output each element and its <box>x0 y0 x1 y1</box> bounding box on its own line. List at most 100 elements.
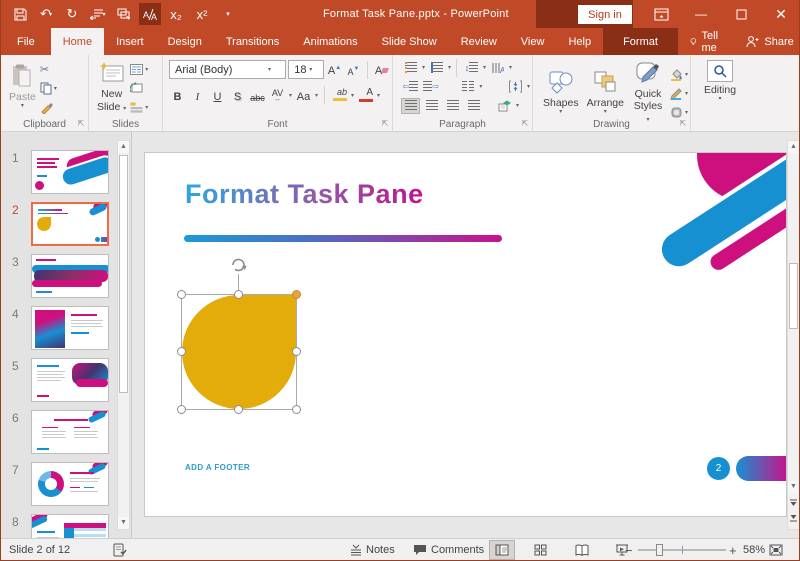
change-case-button[interactable]: Aa <box>295 87 312 104</box>
arrange-caret[interactable]: ▾ <box>604 109 607 116</box>
slides-cursor-button[interactable] <box>113 3 135 25</box>
spell-check-button[interactable] <box>113 539 127 560</box>
slide-thumbnail-3[interactable] <box>31 254 109 298</box>
sign-in-button[interactable]: Sign in <box>578 5 632 24</box>
zoom-slider-thumb[interactable] <box>655 544 663 556</box>
tab-insert[interactable]: Insert <box>104 28 156 55</box>
numbering-button[interactable] <box>427 60 446 76</box>
highlight-button[interactable]: ab <box>331 87 348 104</box>
redo-button[interactable]: ↻ <box>61 3 83 25</box>
font-dialog-launcher[interactable]: ⇱ <box>380 119 390 129</box>
title-underline-bar[interactable] <box>184 235 502 242</box>
status-slide-indicator[interactable]: Slide 2 of 12 <box>9 539 70 560</box>
font-size-caret[interactable]: ▾ <box>309 66 315 73</box>
reset-button[interactable] <box>130 80 148 96</box>
shape-outline-button[interactable]: ▾ <box>670 86 688 102</box>
section-caret[interactable]: ▾ <box>145 104 148 111</box>
convert-smartart-button[interactable] <box>495 98 514 114</box>
zoom-percentage[interactable]: 58% <box>743 539 765 560</box>
layout-button[interactable]: ▾ <box>130 61 148 77</box>
new-slide-button[interactable]: New Slide ▾ <box>93 58 130 114</box>
superscript-button[interactable]: x² <box>191 3 213 25</box>
new-slide-caret[interactable]: ▾ <box>123 106 126 112</box>
notes-button[interactable]: Notes <box>350 539 395 560</box>
normal-view-button[interactable] <box>489 540 515 560</box>
slide-canvas[interactable]: Format Task Pane ADD A FOOTER 2 <box>144 152 787 517</box>
comments-button[interactable]: Comments <box>413 539 484 560</box>
reading-view-button[interactable] <box>569 540 595 560</box>
selection-handle-e[interactable] <box>292 347 301 356</box>
align-left-button[interactable] <box>401 97 420 114</box>
arrange-button[interactable]: Arrange ▾ <box>583 67 628 118</box>
drawing-dialog-launcher[interactable]: ⇱ <box>678 119 688 129</box>
scroll-down-button[interactable]: ▼ <box>788 481 799 493</box>
thumbnails-scroll-down-button[interactable]: ▼ <box>118 517 129 529</box>
thumbnails-scrollbar[interactable]: ▲ ▼ <box>117 140 130 530</box>
tab-transitions[interactable]: Transitions <box>214 28 291 55</box>
subscript-button[interactable]: x₂ <box>165 3 187 25</box>
align-text-caret[interactable]: ▾ <box>527 83 530 90</box>
tell-me-button[interactable]: Tell me <box>678 28 735 55</box>
strikethrough-button[interactable]: abc <box>249 87 266 104</box>
numbering-caret[interactable]: ▾ <box>448 64 451 71</box>
slide-thumbnail-4[interactable] <box>31 306 109 350</box>
zoom-in-button[interactable]: + <box>729 539 737 560</box>
rotate-handle[interactable] <box>229 256 247 274</box>
underline-button[interactable]: U <box>209 87 226 104</box>
selection-handle-nw[interactable] <box>177 290 186 299</box>
slide-layout-qat-caret[interactable]: ▾ <box>102 11 105 18</box>
shape-effects-caret[interactable]: ▾ <box>685 109 688 116</box>
tab-help[interactable]: Help <box>556 28 603 55</box>
align-right-button[interactable] <box>443 98 462 114</box>
footer-placeholder[interactable]: ADD A FOOTER <box>185 463 250 472</box>
slide-layout-qat-button[interactable]: ▾ <box>87 3 109 25</box>
shrink-font-button[interactable]: A ▼ <box>345 61 362 78</box>
paste-caret[interactable]: ▾ <box>21 103 24 110</box>
copy-caret[interactable]: ▾ <box>54 85 57 92</box>
slide-thumbnail-5[interactable] <box>31 358 109 402</box>
next-slide-button[interactable] <box>788 513 799 528</box>
font-dialog-button[interactable]: AA <box>139 3 161 25</box>
editing-caret[interactable]: ▾ <box>718 96 721 103</box>
selection-handle-n[interactable] <box>234 290 243 299</box>
slide-thumbnail-8[interactable] <box>31 514 109 538</box>
line-spacing-button[interactable]: ↕ <box>462 60 481 76</box>
slide-scrollbar[interactable]: ▲ ▼ <box>787 140 799 530</box>
close-button[interactable]: ✕ <box>761 0 799 28</box>
selection-handle-se[interactable] <box>292 405 301 414</box>
minimize-button[interactable]: — <box>681 0 721 28</box>
line-spacing-caret[interactable]: ▾ <box>483 64 486 71</box>
bullets-caret[interactable]: ▾ <box>422 64 425 71</box>
bullets-button[interactable] <box>401 60 420 76</box>
paragraph-dialog-launcher[interactable]: ⇱ <box>520 119 530 129</box>
scroll-up-button[interactable]: ▲ <box>788 141 799 153</box>
shapes-button[interactable]: Shapes ▾ <box>539 67 583 118</box>
previous-slide-button[interactable] <box>788 497 799 512</box>
adjust-handle-ne[interactable] <box>292 290 301 299</box>
text-shadow-button[interactable]: S <box>229 87 246 104</box>
decrease-indent-button[interactable]: ⇦ <box>401 79 420 95</box>
tab-animations[interactable]: Animations <box>291 28 369 55</box>
align-center-button[interactable] <box>422 98 441 114</box>
character-spacing-button[interactable]: AV ↔ <box>269 87 286 104</box>
slide-sorter-button[interactable] <box>527 540 553 560</box>
slide-thumbnail-2[interactable] <box>31 202 109 246</box>
font-size-input[interactable] <box>289 61 310 78</box>
customize-qat-button[interactable]: ▾ <box>217 3 239 25</box>
fit-slide-to-window-button[interactable] <box>769 539 783 560</box>
slide-title[interactable]: Format Task Pane <box>185 179 424 210</box>
change-case-caret[interactable]: ▾ <box>315 92 318 99</box>
ribbon-display-options-button[interactable] <box>641 0 681 28</box>
highlight-caret[interactable]: ▾ <box>351 92 354 99</box>
font-name-combo[interactable]: ▾ <box>169 60 287 79</box>
tab-design[interactable]: Design <box>156 28 214 55</box>
increase-indent-button[interactable]: ⇨ <box>422 79 441 95</box>
font-name-caret[interactable]: ▾ <box>268 66 274 73</box>
font-color-button[interactable]: A <box>357 87 374 104</box>
convert-smartart-caret[interactable]: ▾ <box>516 102 519 109</box>
thumbnails-scroll-up-button[interactable]: ▲ <box>118 141 129 153</box>
font-size-combo[interactable]: ▾ <box>288 60 325 79</box>
tab-view[interactable]: View <box>509 28 557 55</box>
section-button[interactable]: ▾ <box>130 99 148 115</box>
text-direction-button[interactable]: A <box>488 60 507 76</box>
